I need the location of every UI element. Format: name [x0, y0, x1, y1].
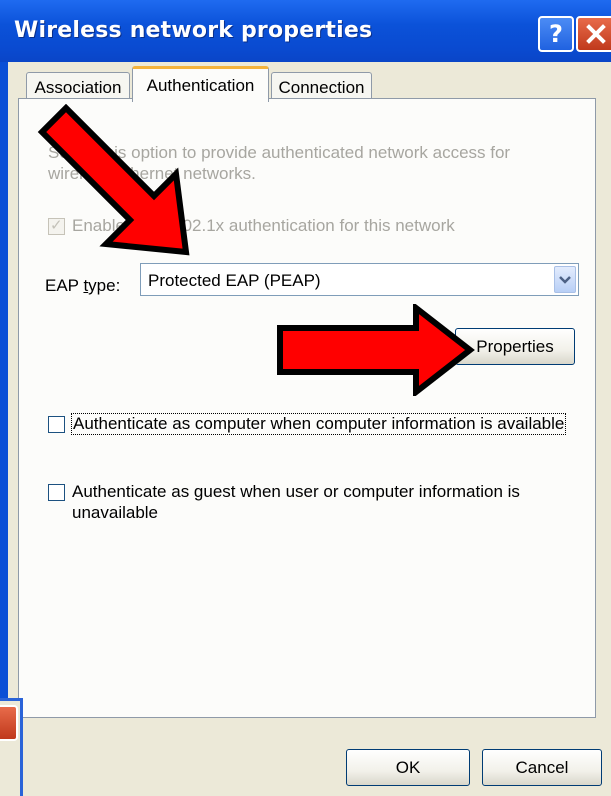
- close-button[interactable]: [576, 16, 611, 52]
- authenticate-as-guest-label-line-2: unavailable: [72, 503, 159, 522]
- cancel-button-label: Cancel: [515, 757, 569, 777]
- eap-type-value: Protected EAP (PEAP): [148, 271, 321, 290]
- help-button[interactable]: ?: [538, 16, 574, 52]
- dropdown-button[interactable]: [554, 266, 576, 293]
- authenticate-as-computer-checkbox[interactable]: [48, 416, 65, 433]
- tab-label: Connection: [278, 77, 365, 97]
- eap-type-label: EAP type:: [45, 276, 121, 295]
- authenticate-as-computer-label: Authenticate as computer when computer i…: [70, 413, 567, 435]
- window-title: Wireless network properties: [14, 18, 373, 43]
- authenticate-as-guest-checkbox[interactable]: [48, 484, 65, 501]
- tab-authentication[interactable]: Authentication: [132, 66, 269, 102]
- background-window-border: [0, 698, 22, 701]
- properties-button-label: Properties: [476, 336, 554, 356]
- title-bar[interactable]: Wireless network properties ?: [0, 0, 611, 62]
- tab-label: Association: [34, 77, 122, 97]
- eap-type-select[interactable]: Protected EAP (PEAP): [140, 263, 579, 296]
- background-window-close-icon: [0, 705, 18, 741]
- cancel-button[interactable]: Cancel: [482, 749, 602, 786]
- question-mark-icon: ?: [549, 20, 563, 48]
- annotation-arrow-down: [37, 104, 190, 256]
- ok-button[interactable]: OK: [346, 749, 470, 786]
- annotation-arrow-right: [277, 304, 475, 396]
- chevron-down-icon: [559, 275, 571, 284]
- ok-button-label: OK: [395, 757, 421, 777]
- background-window-border: [20, 698, 23, 796]
- authenticate-as-guest-label-line-1: Authenticate as guest when user or compu…: [72, 482, 520, 501]
- tab-label: Authentication: [146, 75, 255, 95]
- close-icon: [586, 24, 606, 44]
